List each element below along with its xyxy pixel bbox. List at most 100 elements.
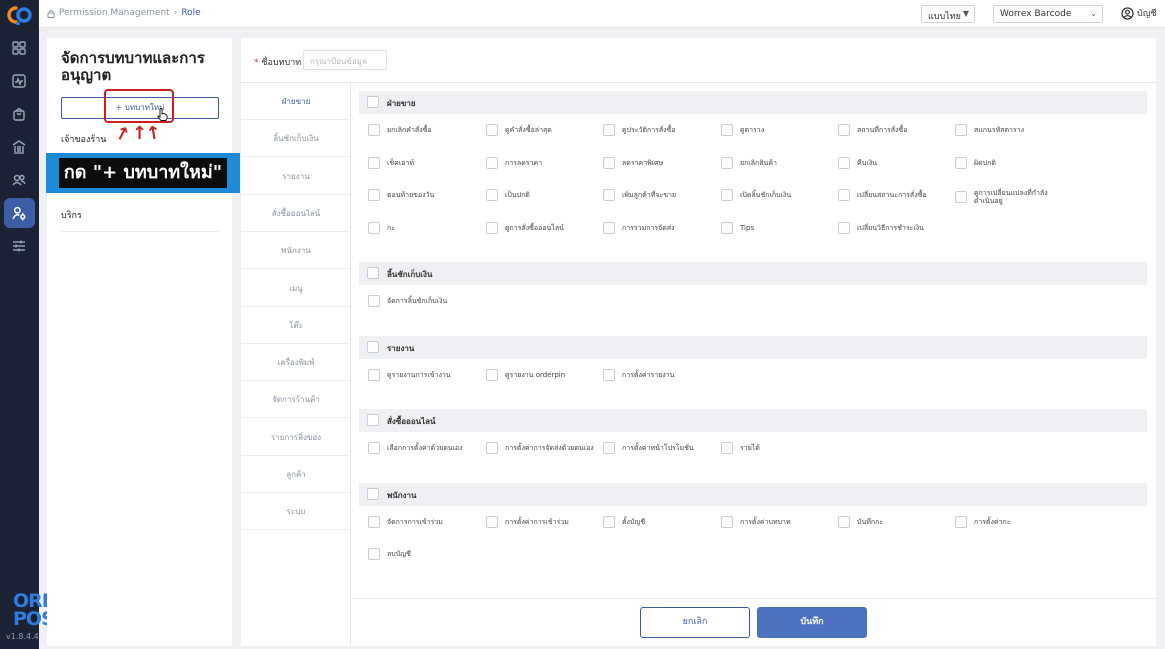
permission-checkbox[interactable]	[368, 189, 380, 201]
permission-item[interactable]: การรวมการจัดส่ง	[603, 221, 715, 234]
role-name-input[interactable]: กรุณาป้อนข้อมูล	[303, 50, 387, 70]
permission-checkbox[interactable]	[368, 295, 380, 307]
permission-checkbox[interactable]	[603, 124, 615, 136]
permission-checkbox[interactable]	[486, 124, 498, 136]
permission-item[interactable]: เพิ่มลูกค้าที่จะขาย	[603, 189, 715, 201]
permission-checkbox[interactable]	[368, 548, 380, 560]
permission-item[interactable]: ดูประวัติการสั่งซื้อ	[603, 124, 715, 136]
permission-item[interactable]: ผิดปกติ	[955, 156, 1067, 169]
permission-checkbox[interactable]	[838, 189, 850, 201]
category-tab[interactable]: สั่งซื้อออนไลน์	[241, 195, 351, 232]
permission-checkbox[interactable]	[721, 442, 733, 454]
user-key-icon[interactable]	[4, 198, 35, 228]
permission-item[interactable]: การลดราคา	[486, 156, 598, 169]
permission-item[interactable]: การตั้งค่าการจัดส่งด้วยตนเอง	[486, 442, 598, 454]
category-tab[interactable]: พนักงาน	[241, 232, 351, 270]
cancel-button[interactable]: ยกเลิก	[640, 607, 750, 638]
permission-item[interactable]: เปลี่ยนวิธีการชำระเงิน	[838, 221, 950, 234]
permission-checkbox[interactable]	[955, 124, 967, 136]
permission-item[interactable]: ดูรายงานการเข้างาน	[368, 368, 480, 381]
permission-item[interactable]: ลดราคาพิเศษ	[603, 156, 715, 169]
permission-checkbox[interactable]	[603, 189, 615, 201]
account-menu[interactable]: บัญชี	[1121, 6, 1157, 20]
permission-checkbox[interactable]	[486, 189, 498, 201]
permission-item[interactable]: ตอนท้ายของวัน	[368, 189, 480, 201]
permission-item[interactable]: จัดการการเข้าร่วม	[368, 515, 480, 528]
permission-item[interactable]: ดูการเปลี่ยนแปลงที่กำลังดำเนินอยู่	[955, 189, 1067, 205]
permission-item[interactable]: เลือกการตั้งค่าด้วยตนเอง	[368, 442, 480, 454]
permission-checkbox[interactable]	[486, 515, 498, 528]
save-button[interactable]: บันทึก	[757, 607, 867, 638]
permission-checkbox[interactable]	[838, 156, 850, 169]
sliders-icon[interactable]	[8, 235, 30, 257]
permission-checkbox[interactable]	[603, 156, 615, 169]
dashboard-icon[interactable]	[8, 37, 30, 59]
permission-item[interactable]: ดูคำสั่งซื้อล่าสุด	[486, 124, 598, 136]
permission-item[interactable]: เช็คเอาท์	[368, 156, 480, 169]
category-tab[interactable]: ลูกค้า	[241, 456, 351, 493]
permission-checkbox[interactable]	[838, 221, 850, 234]
permission-item[interactable]: เป็นปกติ	[486, 189, 598, 201]
category-tab[interactable]: เมนู	[241, 270, 351, 307]
permission-checkbox[interactable]	[721, 156, 733, 169]
permission-item[interactable]: เปิดลิ้นชักเก็บเงิน	[721, 189, 833, 201]
section-checkbox[interactable]	[367, 267, 379, 279]
permission-item[interactable]: การตั้งค่ากะ	[955, 515, 1067, 528]
permission-checkbox[interactable]	[721, 221, 733, 234]
category-tab[interactable]: ฝ่ายขาย	[241, 83, 351, 120]
section-checkbox[interactable]	[367, 96, 379, 108]
permission-item[interactable]: จัดการลิ้นชักเก็บเงิน	[368, 295, 480, 307]
bag-icon[interactable]	[8, 103, 30, 125]
category-tab[interactable]: จัดการร้านค้า	[241, 381, 351, 419]
permission-item[interactable]: ดูรายงาน orderpin	[486, 368, 598, 381]
permission-checkbox[interactable]	[721, 189, 733, 201]
permission-item[interactable]: Tips	[721, 221, 833, 234]
permission-checkbox[interactable]	[603, 515, 615, 528]
section-checkbox[interactable]	[367, 414, 379, 426]
category-tab[interactable]: เครื่องพิมพ์	[241, 344, 351, 382]
permission-checkbox[interactable]	[368, 368, 380, 381]
role-item-waiter[interactable]: บริกร	[61, 208, 219, 222]
permission-item[interactable]: ดูตาราง	[721, 124, 833, 136]
store-select[interactable]: Worrex Barcode ⌄	[993, 5, 1103, 23]
permission-item[interactable]: การตั้งค่าบทบาท	[721, 515, 833, 528]
permission-item[interactable]: สแกนรหัสตาราง	[955, 124, 1067, 136]
permission-item[interactable]: ลบบัญชี	[368, 548, 480, 560]
permission-checkbox[interactable]	[603, 442, 615, 454]
permission-item[interactable]: บันทึกกะ	[838, 515, 950, 528]
permission-checkbox[interactable]	[368, 124, 380, 136]
app-logo[interactable]	[5, 4, 33, 26]
permission-checkbox[interactable]	[955, 156, 967, 169]
category-tab[interactable]: โต๊ะ	[241, 307, 351, 344]
permission-item[interactable]: การตั้งค่าการเข้าร่วม	[486, 515, 598, 528]
permission-checkbox[interactable]	[368, 442, 380, 454]
category-tab[interactable]: ลิ้นชักเก็บเงิน	[241, 120, 351, 158]
permission-checkbox[interactable]	[603, 368, 615, 381]
category-tab[interactable]: รายการสิ่งของ	[241, 419, 351, 456]
section-checkbox[interactable]	[367, 487, 379, 500]
permission-checkbox[interactable]	[721, 515, 733, 528]
category-tab[interactable]: รายงาน	[241, 158, 351, 195]
section-checkbox[interactable]	[367, 340, 379, 353]
permission-item[interactable]: รายได้	[721, 442, 833, 454]
permission-item[interactable]: เปลี่ยนสถานะการสั่งซื้อ	[838, 189, 950, 201]
permission-checkbox[interactable]	[368, 515, 380, 528]
permission-checkbox[interactable]	[721, 124, 733, 136]
permission-checkbox[interactable]	[603, 221, 615, 234]
building-icon[interactable]	[8, 136, 30, 158]
permission-item[interactable]: การตั้งค่าหน้าโปรโมชั่น	[603, 442, 715, 454]
permission-checkbox[interactable]	[838, 515, 850, 528]
permission-item[interactable]: การตั้งค่ารายงาน	[603, 368, 715, 381]
permission-item[interactable]: ตั้งบัญชี	[603, 515, 715, 528]
breadcrumb-permission[interactable]: Permission Management	[59, 8, 170, 18]
permission-item[interactable]: กะ	[368, 221, 480, 234]
category-tab[interactable]: ระบบ	[241, 493, 351, 531]
permission-item[interactable]: คืนเงิน	[838, 156, 950, 169]
language-select[interactable]: แบบไทย ▼	[921, 5, 975, 23]
permission-checkbox[interactable]	[486, 156, 498, 169]
permission-item[interactable]: ยกเลิกคำสั่งซื้อ	[368, 124, 480, 136]
permission-item[interactable]: ยกเลิกสินค้า	[721, 156, 833, 169]
chart-icon[interactable]	[8, 70, 30, 92]
permission-checkbox[interactable]	[368, 221, 380, 234]
permission-item[interactable]: สถานที่การสั่งซื้อ	[838, 124, 950, 136]
